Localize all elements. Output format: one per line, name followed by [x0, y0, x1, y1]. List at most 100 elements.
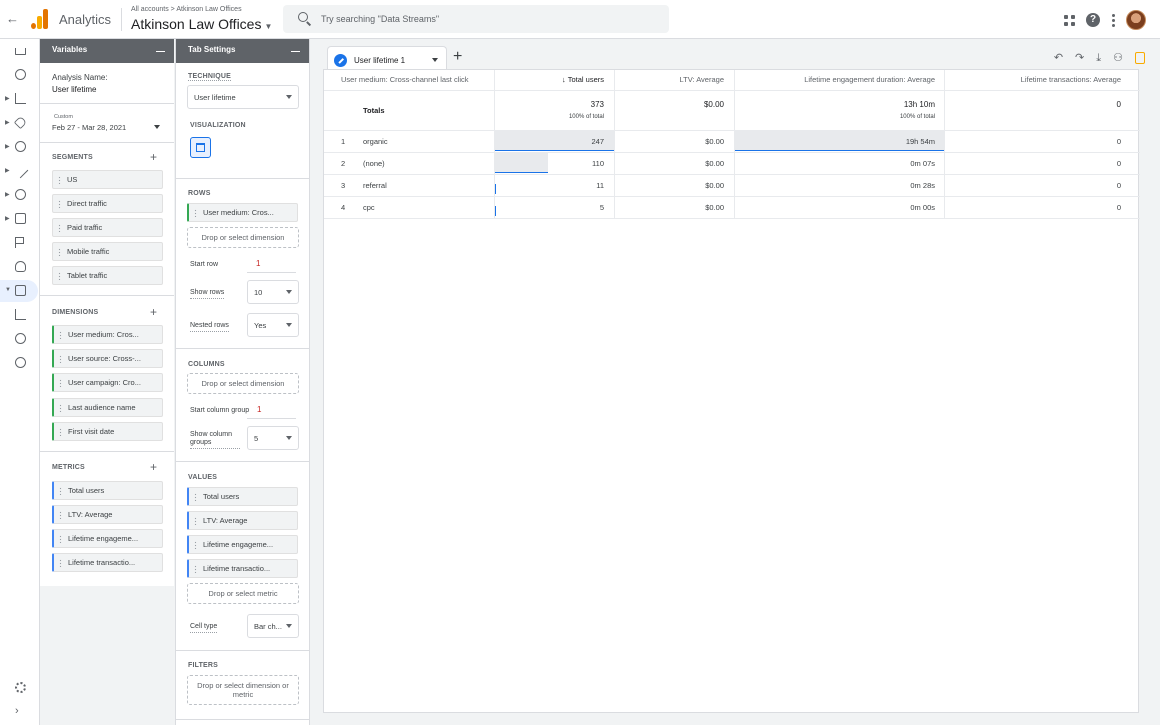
column-header[interactable]: Lifetime engagement duration: Average	[804, 75, 935, 84]
metric-chip[interactable]: Lifetime engageme...	[52, 529, 163, 548]
start-column-group-input[interactable]: 1	[247, 405, 296, 419]
chevron-right-icon: ▶	[5, 144, 10, 150]
search-placeholder: Try searching "Data Streams"	[321, 14, 440, 24]
top-app-bar: ← Analytics All accounts > Atkinson Law …	[0, 0, 1160, 39]
chevron-down-icon[interactable]	[432, 58, 438, 62]
dimension-chip[interactable]: First visit date	[52, 422, 163, 441]
nav-admin[interactable]	[0, 677, 40, 699]
segment-chip[interactable]: Mobile traffic	[52, 242, 163, 261]
start-column-group-label: Start column group	[190, 407, 250, 414]
bug-icon	[15, 357, 26, 368]
column-header[interactable]: LTV: Average	[680, 75, 724, 84]
metric-chip[interactable]: Lifetime transactio...	[52, 553, 163, 572]
nav-retention[interactable]: ▶	[0, 160, 40, 182]
nav-explore[interactable]: ▼	[0, 280, 38, 302]
nav-demographics[interactable]: ▶	[0, 184, 40, 206]
row-engagement: 0m 07s	[910, 159, 935, 168]
columns-dropzone[interactable]: Drop or select dimension	[187, 373, 299, 394]
segment-chip[interactable]: Paid traffic	[52, 218, 163, 237]
add-metric-button[interactable]: +	[150, 461, 157, 473]
segment-chip[interactable]: Direct traffic	[52, 194, 163, 213]
metric-chip[interactable]: Total users	[52, 481, 163, 500]
property-selector[interactable]: Atkinson Law Offices ▼	[131, 16, 272, 32]
undo-icon[interactable]: ↶	[1054, 52, 1063, 64]
chevron-right-icon: ▶	[5, 120, 10, 126]
cell-type-select[interactable]: Bar ch...	[247, 614, 299, 638]
dimension-chip[interactable]: Last audience name	[52, 398, 163, 417]
analytics-logo[interactable]	[31, 9, 48, 29]
values-dropzone[interactable]: Drop or select metric	[187, 583, 299, 604]
share-icon[interactable]: ⚇	[1113, 52, 1123, 64]
row-index: 4	[341, 203, 346, 212]
analysis-name-field[interactable]: User lifetime	[52, 85, 96, 94]
nav-custom[interactable]	[0, 328, 40, 350]
avatar[interactable]	[1126, 10, 1146, 30]
nav-expand[interactable]: ›	[0, 701, 40, 723]
nav-home[interactable]	[0, 40, 40, 62]
column-header[interactable]: User medium: Cross-channel last click	[341, 75, 469, 84]
touch-icon	[15, 261, 26, 272]
add-dimension-button[interactable]: +	[150, 306, 157, 318]
row-transactions: 0	[1116, 203, 1121, 212]
row-total-users: 110	[592, 159, 604, 168]
nav-engagement[interactable]: ▶	[0, 112, 40, 134]
nested-rows-select[interactable]: Yes	[247, 313, 299, 337]
more-vert-icon[interactable]	[1111, 13, 1115, 27]
home-icon	[15, 48, 26, 55]
show-rows-select[interactable]: 10	[247, 280, 299, 304]
help-icon[interactable]: ?	[1086, 13, 1100, 27]
redo-icon[interactable]: ↷	[1075, 52, 1084, 64]
add-segment-button[interactable]: +	[150, 151, 157, 163]
insights-icon[interactable]	[1135, 52, 1145, 64]
dimension-chip[interactable]: User source: Cross-...	[52, 349, 163, 368]
technique-select[interactable]: User lifetime	[187, 85, 299, 109]
dimension-chip[interactable]: User campaign: Cro...	[52, 373, 163, 392]
row-dimension-chip[interactable]: User medium: Cros...	[187, 203, 298, 222]
minimize-icon[interactable]	[156, 44, 165, 52]
segment-chip[interactable]: Tablet traffic	[52, 266, 163, 285]
metric-chip[interactable]: LTV: Average	[52, 505, 163, 524]
chevron-down-icon	[154, 125, 160, 129]
table-icon	[196, 143, 205, 152]
dollar-icon	[15, 141, 26, 152]
nav-acquisition[interactable]: ▶	[0, 88, 40, 110]
show-column-groups-select[interactable]: 5	[247, 426, 299, 450]
value-chip[interactable]: Lifetime engageme...	[187, 535, 298, 554]
column-header[interactable]: ↓ Total users	[562, 75, 604, 84]
back-arrow-icon[interactable]: ←	[6, 12, 19, 25]
rows-dropzone[interactable]: Drop or select dimension	[187, 227, 299, 248]
row-engagement: 19h 54m	[905, 137, 935, 146]
search-input[interactable]: Try searching "Data Streams"	[283, 5, 669, 33]
tab-settings-header: Tab Settings	[176, 39, 309, 63]
nodes-icon	[15, 333, 26, 344]
nav-events[interactable]	[0, 232, 40, 254]
download-icon[interactable]: ⤓	[1096, 52, 1101, 64]
search-icon	[298, 12, 308, 22]
property-name: Atkinson Law Offices	[131, 16, 262, 32]
start-row-input[interactable]: 1	[247, 259, 296, 273]
variables-header: Variables	[40, 39, 174, 63]
chevron-down-icon	[286, 95, 292, 99]
nav-tech[interactable]: ▶	[0, 208, 40, 230]
filters-dropzone[interactable]: Drop or select dimension or metric	[187, 675, 299, 705]
value-chip[interactable]: LTV: Average	[187, 511, 298, 530]
table-visualization-button[interactable]	[190, 137, 211, 158]
add-tab-button[interactable]: +	[453, 49, 462, 65]
date-range-picker[interactable]: Feb 27 - Mar 28, 2021	[52, 123, 160, 132]
column-header[interactable]: Lifetime transactions: Average	[1021, 75, 1121, 84]
value-chip[interactable]: Lifetime transactio...	[187, 559, 298, 578]
segment-chip[interactable]: US	[52, 170, 163, 189]
value-chip[interactable]: Total users	[187, 487, 298, 506]
nav-debug[interactable]	[0, 352, 40, 374]
nav-realtime[interactable]	[0, 64, 40, 86]
nav-conversions[interactable]	[0, 256, 40, 278]
dimension-chip[interactable]: User medium: Cros...	[52, 325, 163, 344]
chevron-right-icon: ▶	[5, 192, 10, 198]
apps-icon[interactable]	[1064, 14, 1075, 26]
minimize-icon[interactable]	[291, 44, 300, 52]
pencil-icon[interactable]	[334, 54, 347, 67]
nav-audiences[interactable]	[0, 304, 40, 326]
breadcrumb[interactable]: All accounts > Atkinson Law Offices	[131, 6, 242, 13]
row-ltv: $0.00	[705, 137, 724, 146]
nav-monetization[interactable]: ▶	[0, 136, 40, 158]
